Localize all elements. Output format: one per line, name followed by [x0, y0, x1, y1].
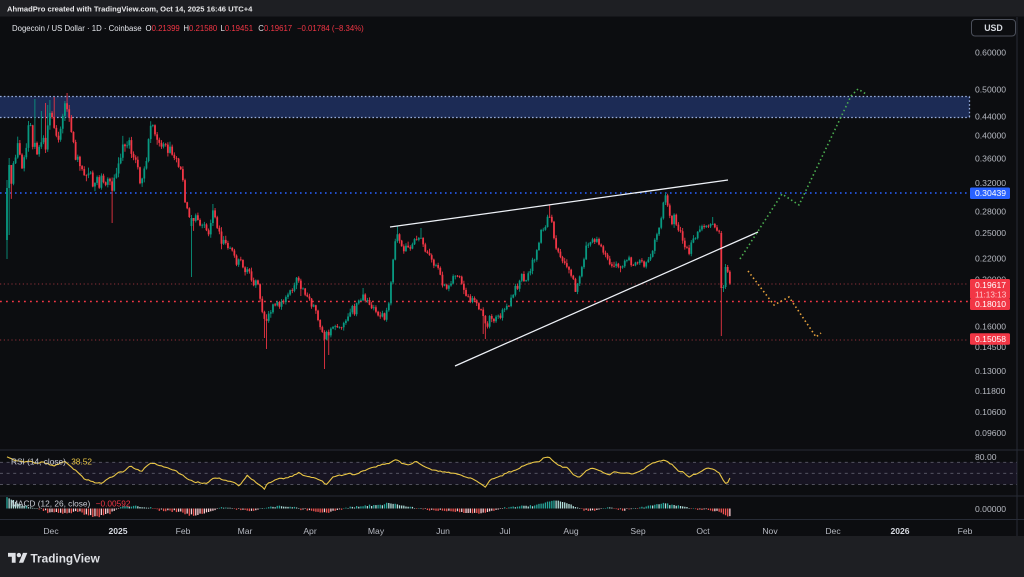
svg-text:Dec: Dec [43, 526, 59, 536]
svg-text:0.11800: 0.11800 [975, 386, 1006, 396]
svg-text:0.22000: 0.22000 [975, 254, 1006, 264]
svg-text:Feb: Feb [176, 526, 191, 536]
svg-text:0.36000: 0.36000 [975, 154, 1006, 164]
svg-text:2025: 2025 [108, 526, 127, 536]
svg-text:Feb: Feb [958, 526, 973, 536]
svg-text:0.16000: 0.16000 [975, 322, 1006, 332]
svg-text:0.44000: 0.44000 [975, 112, 1006, 122]
svg-text:0.60000: 0.60000 [975, 48, 1006, 58]
svg-text:H0.21580: H0.21580 [183, 24, 217, 33]
svg-text:0.00000: 0.00000 [975, 504, 1006, 514]
svg-text:Aug: Aug [563, 526, 579, 536]
svg-text:0.40000: 0.40000 [975, 131, 1006, 141]
svg-text:Oct: Oct [696, 526, 710, 536]
svg-text:Mar: Mar [238, 526, 253, 536]
svg-text:TradingView: TradingView [31, 551, 101, 565]
svg-text:Dogecoin / US Dollar · 1D · Co: Dogecoin / US Dollar · 1D · Coinbase [12, 24, 142, 33]
svg-text:RSI (14, close) 38.52: RSI (14, close) 38.52 [11, 457, 92, 467]
svg-text:Jun: Jun [436, 526, 450, 536]
svg-text:L0.19451: L0.19451 [221, 24, 254, 33]
svg-text:0.28000: 0.28000 [975, 207, 1006, 217]
svg-text:Sep: Sep [630, 526, 646, 536]
svg-text:USD: USD [984, 23, 1003, 33]
svg-text:11:13:13: 11:13:13 [975, 290, 1007, 299]
svg-text:Apr: Apr [303, 526, 317, 536]
svg-text:0.18010: 0.18010 [975, 299, 1006, 309]
svg-text:C0.19617: C0.19617 [258, 24, 292, 33]
svg-text:0.25000: 0.25000 [975, 228, 1006, 238]
svg-text:80.00: 80.00 [975, 452, 997, 462]
svg-text:0.30439: 0.30439 [975, 188, 1006, 198]
svg-text:0.19617: 0.19617 [975, 280, 1006, 290]
svg-text:Jul: Jul [500, 526, 511, 536]
svg-text:−0.01784 (−8.34%): −0.01784 (−8.34%) [297, 24, 364, 33]
svg-text:0.10600: 0.10600 [975, 407, 1006, 417]
svg-text:AhmadPro created with TradingV: AhmadPro created with TradingView.com, O… [7, 4, 253, 13]
svg-text:0.09600: 0.09600 [975, 428, 1006, 438]
svg-text:0.15058: 0.15058 [975, 334, 1006, 344]
svg-text:May: May [368, 526, 385, 536]
svg-text:MACD (12, 26, close) −0.00592: MACD (12, 26, close) −0.00592 [11, 499, 131, 509]
svg-text:Nov: Nov [762, 526, 778, 536]
svg-text:0.50000: 0.50000 [975, 85, 1006, 95]
svg-text:Dec: Dec [825, 526, 841, 536]
svg-text:0.32000: 0.32000 [975, 178, 1006, 188]
svg-text:2026: 2026 [890, 526, 909, 536]
svg-text:0.13000: 0.13000 [975, 366, 1006, 376]
svg-text:O0.21399: O0.21399 [146, 24, 180, 33]
